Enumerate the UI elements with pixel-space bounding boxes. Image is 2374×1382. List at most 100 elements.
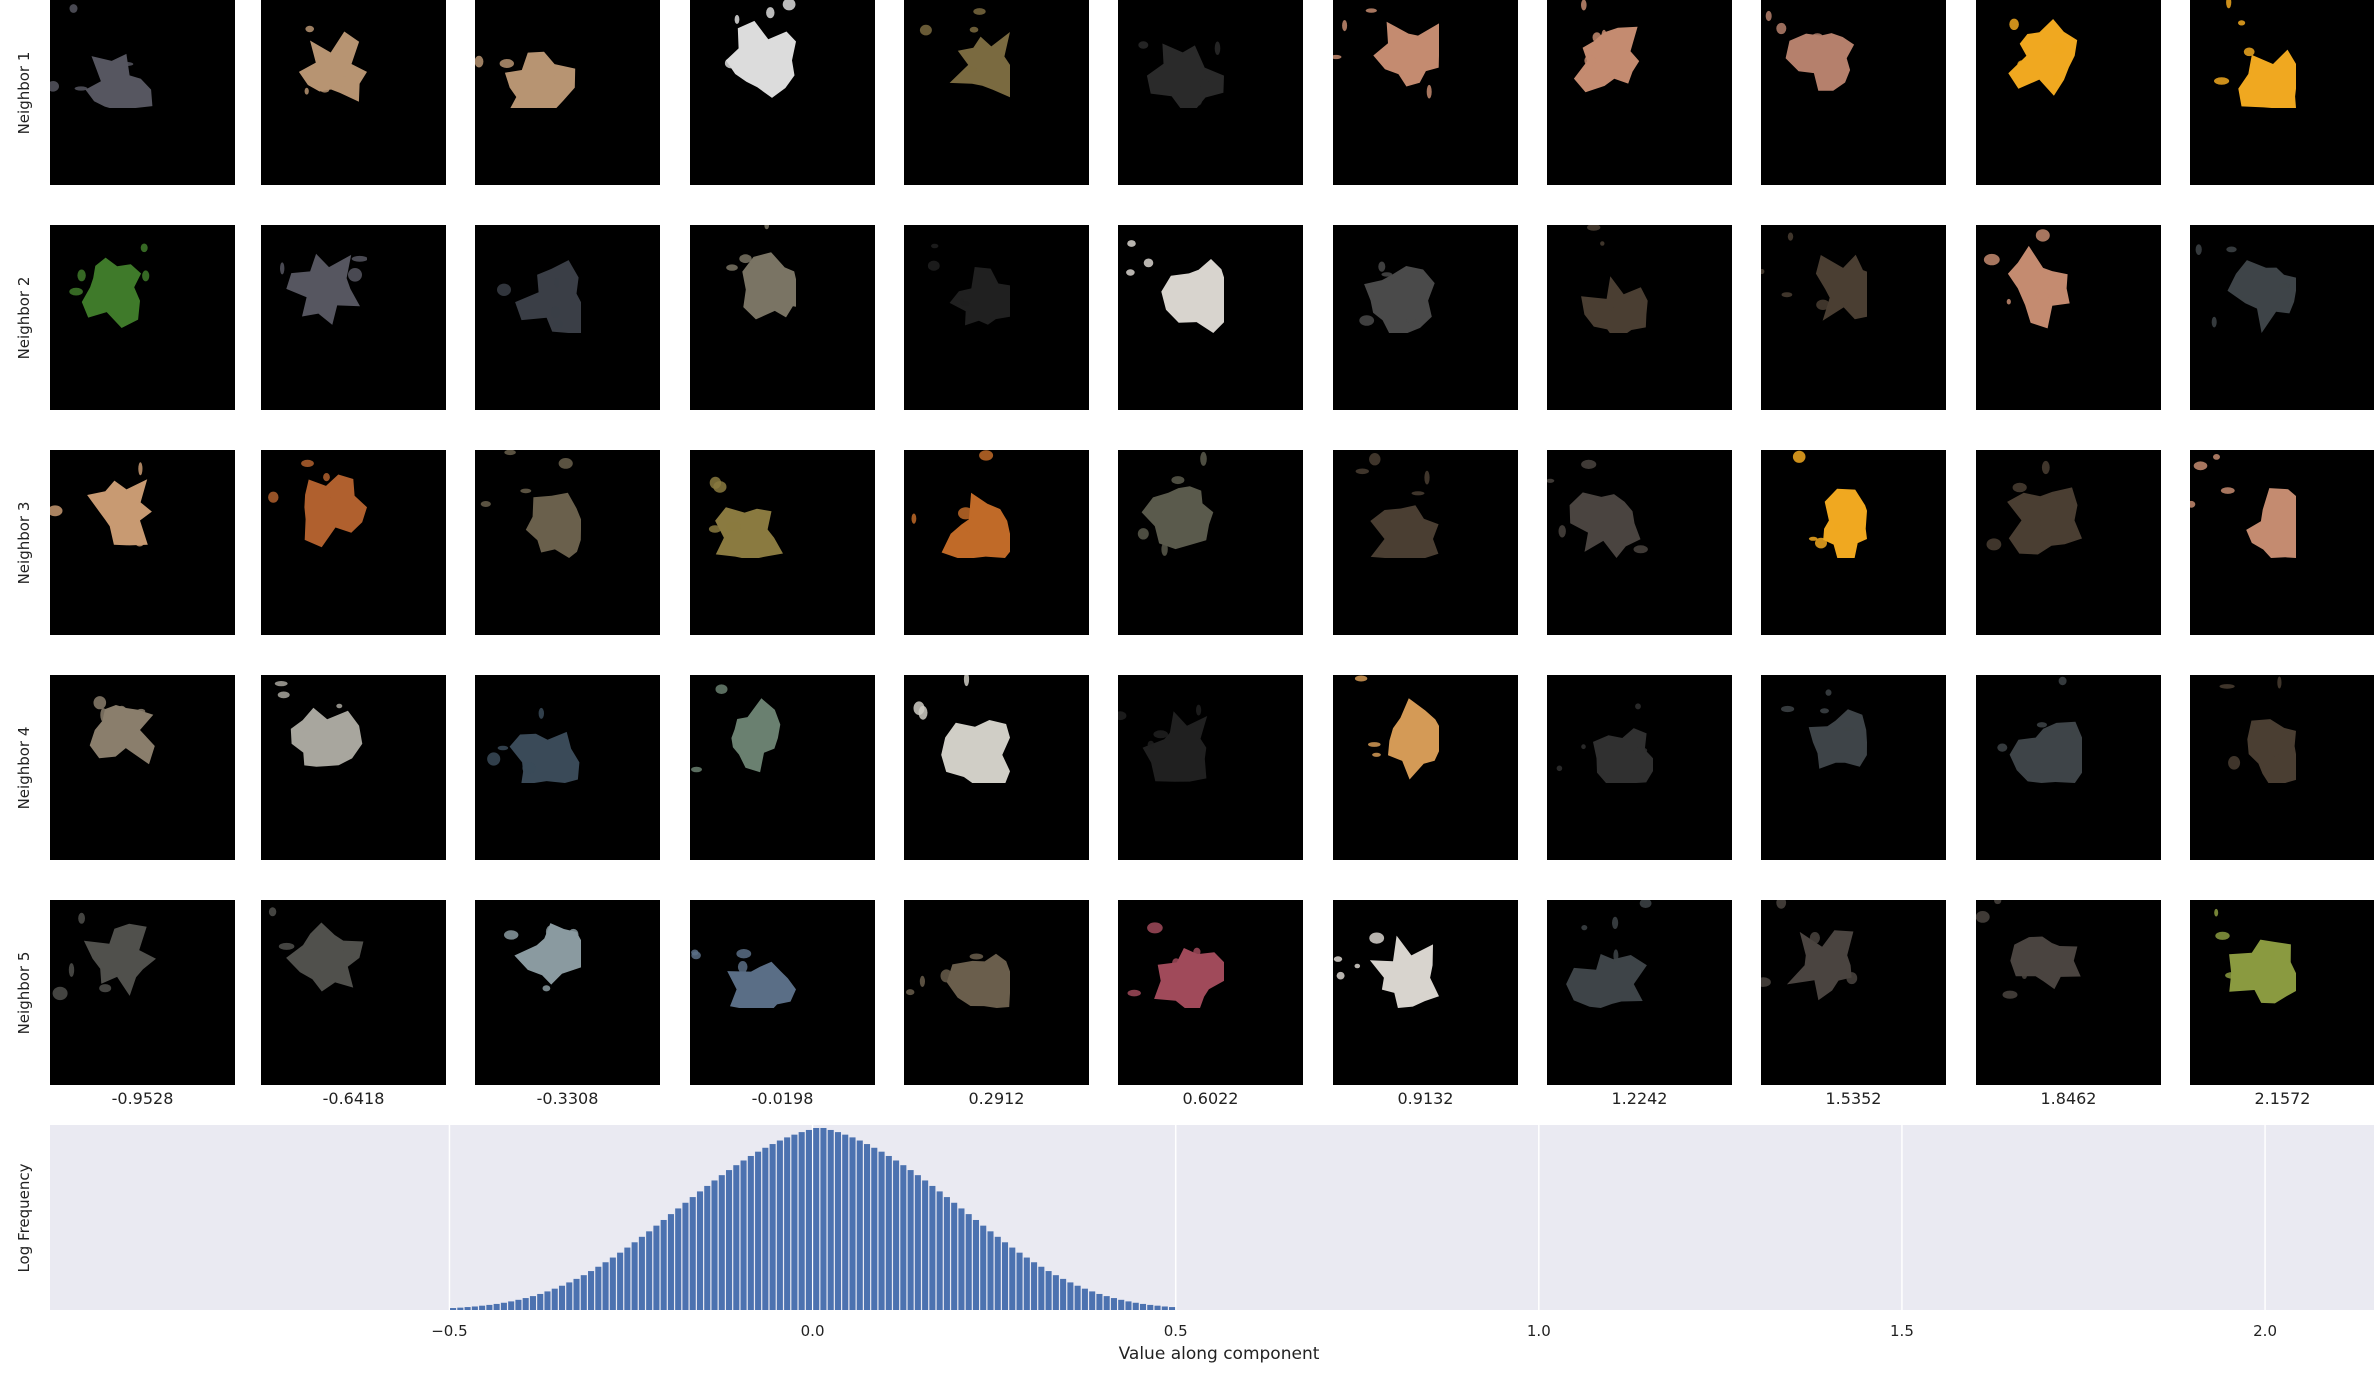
segment-shape (504, 51, 576, 108)
histogram-bar (1001, 1242, 1009, 1310)
segment-fragment (2070, 729, 2079, 739)
segment-fragment (940, 969, 953, 983)
neighbor-thumbnail (2190, 225, 2374, 410)
segment-fragment (542, 985, 551, 992)
segment-fragment (117, 705, 127, 716)
segment-fragment (1587, 225, 1601, 231)
neighbor-thumbnail (1547, 450, 1732, 635)
neighbor-thumbnail (690, 900, 875, 1085)
segment-fragment (724, 58, 738, 69)
segment-fragment (337, 76, 352, 87)
segment-fragment (1369, 932, 1385, 944)
segment-fragment (1633, 545, 1648, 554)
segment-shape (725, 20, 796, 98)
neighbor-thumbnail (1976, 450, 2161, 635)
segment-fragment (768, 285, 783, 293)
histogram-bar (508, 1301, 515, 1310)
segment-crop (1333, 450, 1439, 558)
segment-fragment (1761, 268, 1765, 275)
histogram-bar (958, 1208, 965, 1310)
segment-fragment (725, 521, 742, 531)
segment-fragment (117, 61, 134, 67)
segment-fragment (568, 928, 579, 940)
y-axis-label: Log Frequency (2, 1125, 46, 1310)
segment-fragment (1606, 297, 1615, 311)
neighbor-thumbnail (690, 0, 875, 185)
neighbor-thumbnail (690, 450, 875, 635)
segment-fragment (1833, 522, 1840, 532)
histogram-bar (675, 1208, 682, 1310)
segment-crop (904, 900, 1010, 1008)
segment-fragment (708, 525, 722, 533)
neighbor-thumbnail (1547, 0, 1732, 185)
histogram-bar (1038, 1266, 1045, 1310)
segment-fragment (1808, 536, 1818, 541)
segment-crop (50, 675, 156, 783)
neighbor-thumbnail (1547, 675, 1732, 860)
segment-shape (2227, 260, 2296, 333)
neighbor-thumbnail (1118, 675, 1303, 860)
segment-fragment (304, 87, 309, 95)
neighbor-thumbnail (690, 675, 875, 860)
segment-shape (1146, 43, 1224, 108)
segment-fragment (142, 270, 150, 282)
neighbor-thumbnail (1333, 675, 1518, 860)
histogram-bar (762, 1147, 769, 1310)
column-value-label: 0.2912 (968, 1089, 1025, 1108)
segment-crop (261, 900, 367, 1008)
neighbor-thumbnail (50, 900, 235, 1085)
histogram-bar (1139, 1303, 1147, 1310)
segment-fragment (1592, 32, 1602, 43)
segment-fragment (1825, 689, 1832, 696)
segment-crop (2190, 0, 2296, 108)
segment-crop (1976, 0, 2082, 108)
segment-fragment (1799, 36, 1812, 43)
segment-shape (949, 267, 1010, 326)
segment-crop (2190, 450, 2296, 558)
histogram-bar (776, 1140, 783, 1310)
segment-fragment (1976, 911, 1990, 923)
histogram-bar (951, 1202, 958, 1310)
segment-shape (727, 961, 796, 1008)
segment-fragment (301, 729, 312, 739)
segment-fragment (1365, 8, 1377, 13)
segment-crop (261, 450, 367, 558)
neighbor-thumbnail (475, 675, 660, 860)
segment-fragment (1196, 704, 1202, 716)
segment-fragment (552, 73, 564, 85)
histogram-bar (529, 1296, 536, 1310)
segment-fragment (2215, 931, 2230, 940)
segment-crop (475, 0, 581, 108)
histogram-bar (842, 1134, 849, 1310)
segment-fragment (123, 507, 129, 520)
segment-crop (1333, 0, 1439, 108)
segment-crop (1976, 675, 2082, 783)
histogram-bar (1110, 1298, 1117, 1310)
segment-fragment (50, 81, 59, 92)
segment-fragment (1172, 958, 1181, 968)
neighbor-thumbnail (261, 900, 446, 1085)
segment-fragment (2190, 500, 2196, 508)
segment-crop (2190, 225, 2296, 333)
segment-fragment (545, 925, 556, 939)
segment-fragment (2214, 908, 2219, 917)
segment-fragment (268, 491, 279, 503)
histogram-svg (448, 1125, 2266, 1310)
column-value-label: 2.1572 (2254, 1089, 2311, 1108)
neighbor-thumbnail (1976, 0, 2161, 185)
histogram-bar (631, 1242, 638, 1310)
segment-fragment (1846, 972, 1858, 985)
segment-crop (1118, 0, 1224, 108)
segment-shape (1815, 254, 1867, 321)
segment-fragment (726, 264, 738, 271)
segment-fragment (497, 283, 511, 296)
histogram-bar (500, 1302, 507, 1310)
segment-fragment (2053, 73, 2059, 85)
segment-fragment (140, 243, 148, 253)
segment-fragment (734, 14, 740, 24)
segment-fragment (69, 287, 83, 296)
histogram-bar (878, 1151, 885, 1310)
histogram-bar (987, 1231, 994, 1310)
segment-fragment (2006, 298, 2011, 305)
segment-fragment (1811, 33, 1823, 41)
